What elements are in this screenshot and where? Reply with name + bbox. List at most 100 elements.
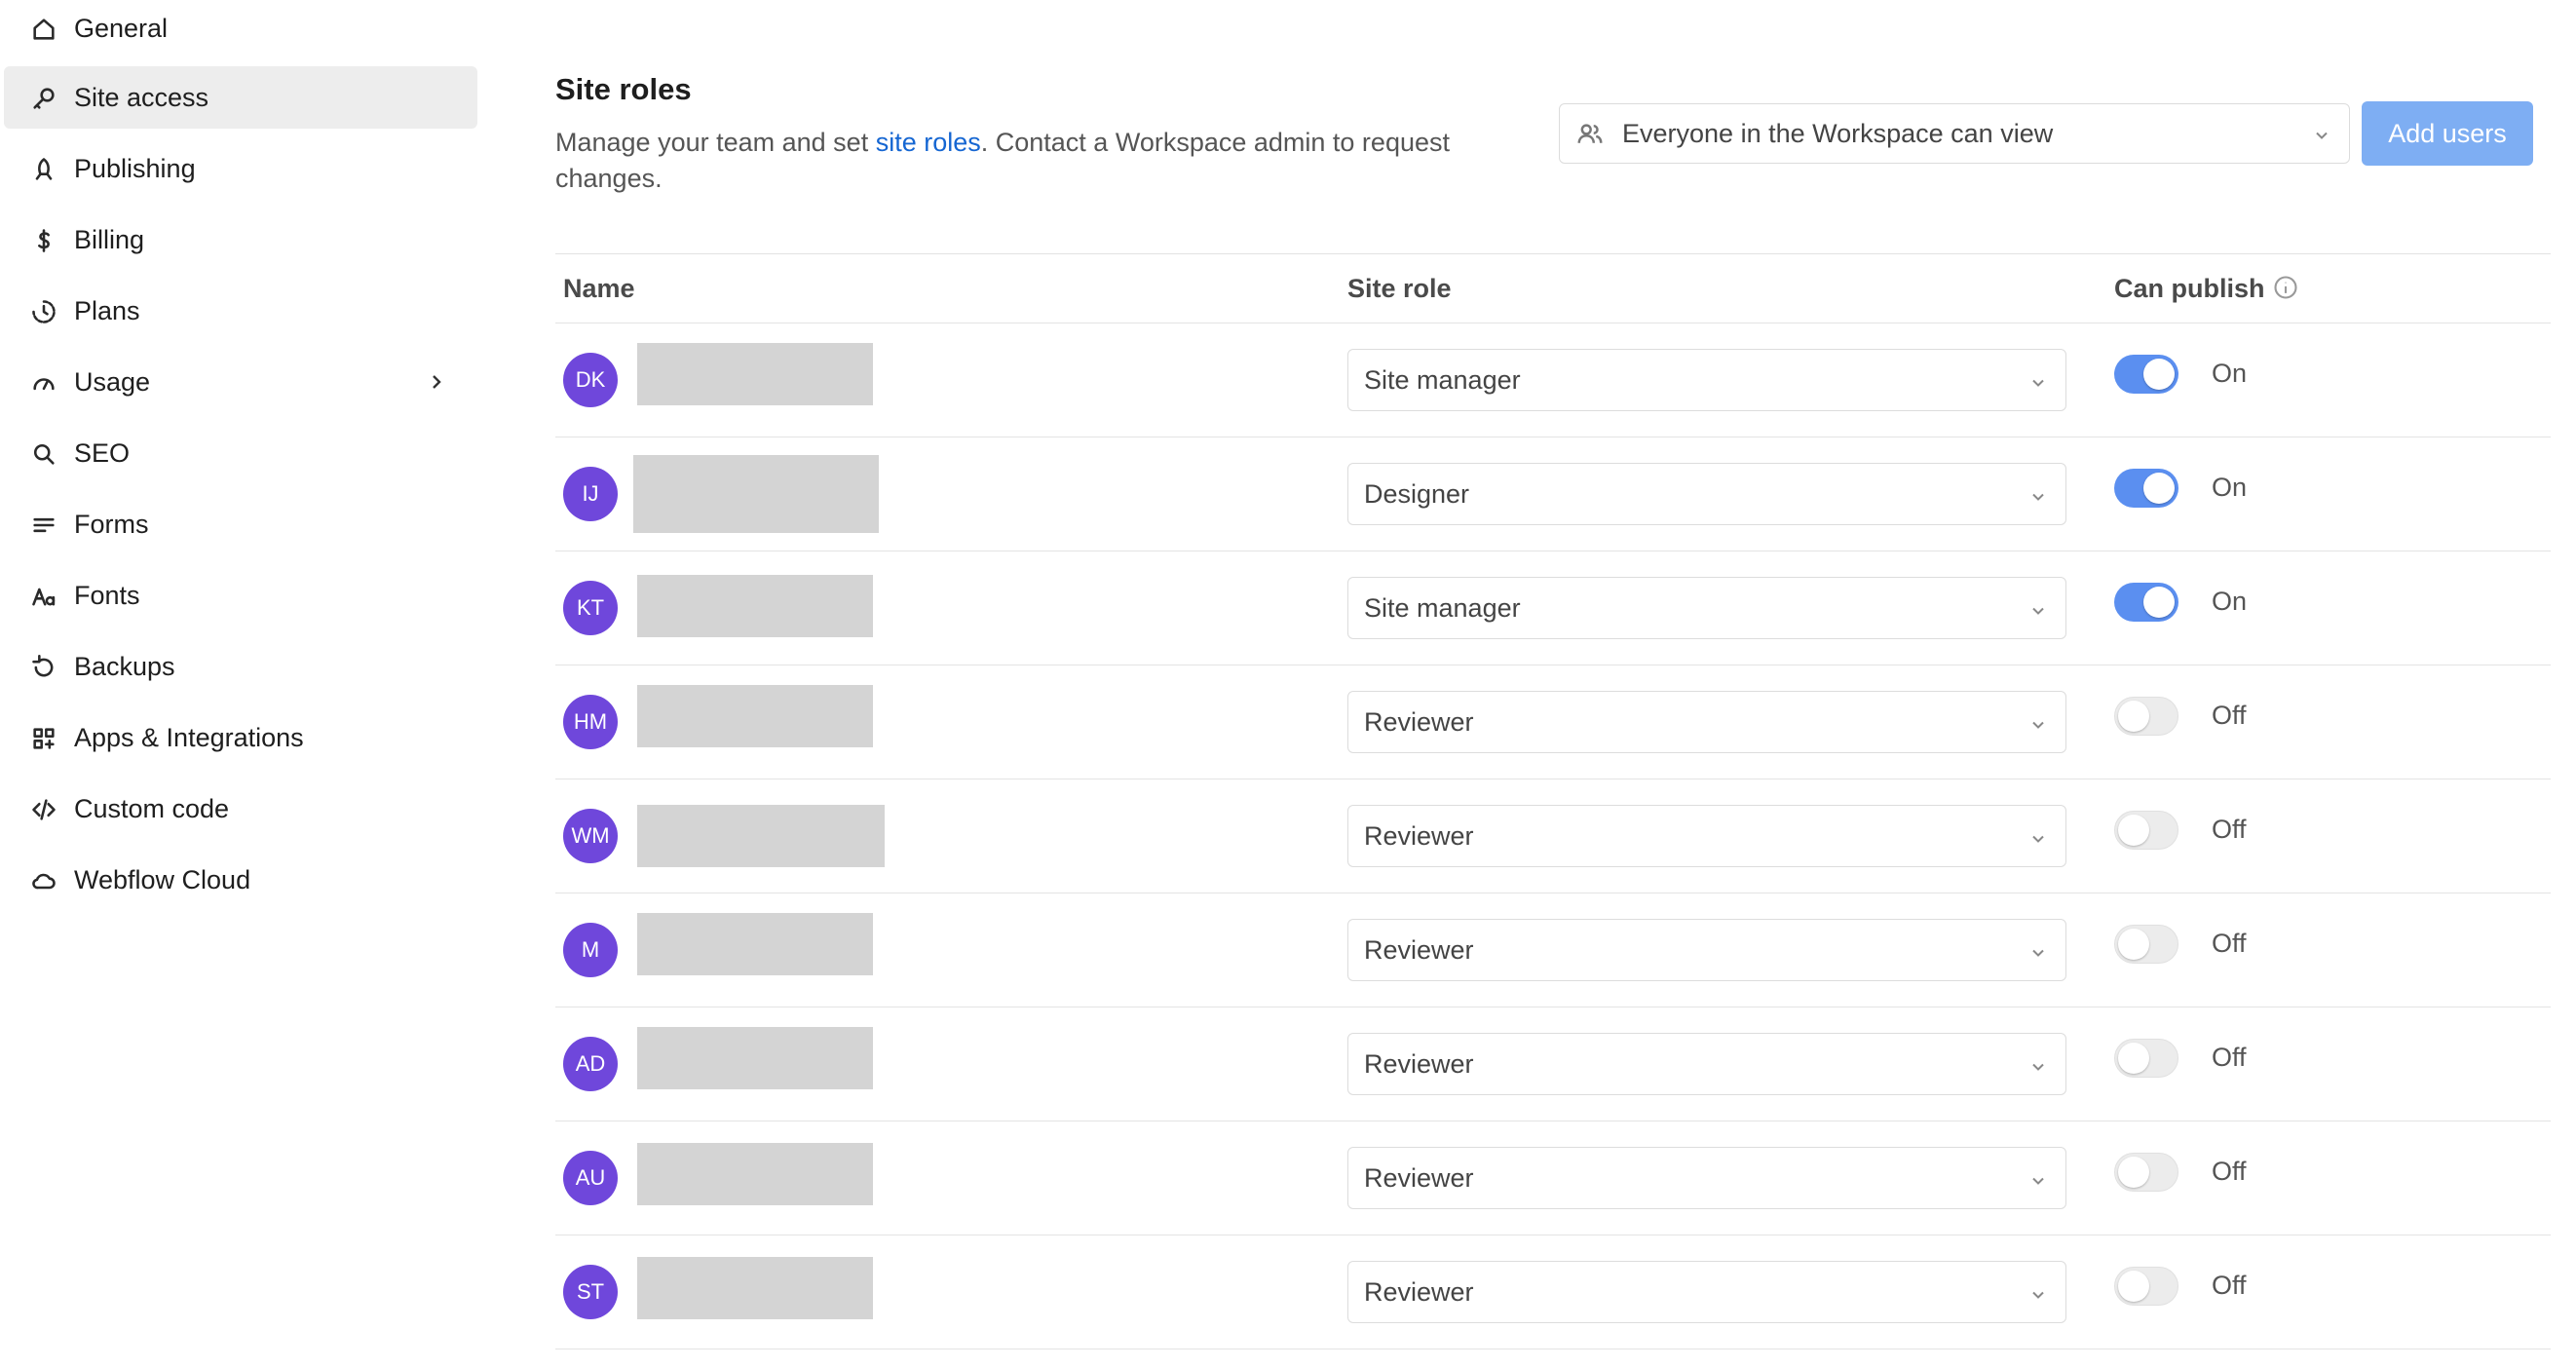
sidebar-item-fonts[interactable]: Fonts [4,564,477,627]
can-publish-toggle[interactable] [2114,925,2178,964]
can-publish-status: Off [2212,1271,2247,1300]
page-description: Manage your team and set site roles. Con… [555,125,1530,197]
sidebar-item-label: Publishing [74,153,196,183]
can-publish-toggle[interactable] [2114,1153,2178,1192]
avatar: DK [563,353,618,407]
toggle-knob [2143,587,2175,618]
site-role-select[interactable]: Site manager [1347,349,2066,411]
site-role-select[interactable]: Reviewer [1347,1261,2066,1323]
visibility-select-value: Everyone in the Workspace can view [1622,119,2054,148]
user-name-redacted [637,913,873,975]
toggle-knob [2118,815,2149,846]
sidebar-item-plans[interactable]: Plans [4,280,477,342]
user-name-redacted [637,575,873,637]
chevron-down-icon [2312,126,2331,145]
site-roles-link[interactable]: site roles [876,128,981,157]
site-role-select[interactable]: Reviewer [1347,691,2066,753]
avatar: AU [563,1151,618,1205]
description-text: Manage your team and set [555,128,876,157]
sidebar-item-seo[interactable]: SEO [4,422,477,484]
avatar: KT [563,581,618,635]
chevron-down-icon [2028,1285,2048,1310]
can-publish-toggle[interactable] [2114,469,2178,508]
site-role-select[interactable]: Site manager [1347,577,2066,639]
chevron-down-icon [2028,829,2048,854]
site-role-value: Reviewer [1364,1277,1474,1307]
sidebar-item-general[interactable]: General [4,0,477,59]
sidebar-item-backups[interactable]: Backups [4,635,477,698]
apps-icon [29,724,58,753]
can-publish-toggle[interactable] [2114,1039,2178,1078]
site-role-select[interactable]: Reviewer [1347,1147,2066,1209]
gauge-icon [29,368,58,398]
plans-icon [29,297,58,326]
key-icon [29,84,58,113]
avatar: HM [563,695,618,749]
sidebar-item-usage[interactable]: Usage [4,351,477,413]
sidebar-item-custom-code[interactable]: Custom code [4,778,477,840]
cloud-icon [29,866,58,895]
table-row: IJ Designer On [555,437,2551,551]
can-publish-toggle[interactable] [2114,811,2178,850]
home-icon [29,15,58,44]
site-role-select[interactable]: Reviewer [1347,919,2066,981]
table-row: ST Reviewer Off [555,1235,2551,1349]
sidebar-item-publishing[interactable]: Publishing [4,137,477,200]
can-publish-toggle[interactable] [2114,1267,2178,1306]
sidebar-item-webflow-cloud[interactable]: Webflow Cloud [4,849,477,911]
toggle-knob [2118,1271,2149,1302]
can-publish-toggle[interactable] [2114,355,2178,394]
sidebar-item-label: Plans [74,295,140,325]
site-role-value: Reviewer [1364,821,1474,851]
site-role-value: Site manager [1364,365,1521,395]
workspace-visibility-select[interactable]: Everyone in the Workspace can view [1559,103,2350,164]
table-row: HM Reviewer Off [555,665,2551,779]
info-icon[interactable] [2272,274,2299,301]
table-row: AD Reviewer Off [555,1007,2551,1121]
forms-icon [29,511,58,540]
chevron-down-icon [2028,943,2048,968]
can-publish-status: On [2212,359,2248,388]
site-role-select[interactable]: Designer [1347,463,2066,525]
can-publish-status: Off [2212,701,2247,730]
table-row: WM Reviewer Off [555,779,2551,893]
chevron-down-icon [2028,487,2048,512]
sidebar-item-label: General [74,13,169,43]
users-icon [1575,120,1605,149]
chevron-down-icon [2028,373,2048,398]
site-role-value: Designer [1364,479,1470,509]
sidebar-item-label: Webflow Cloud [74,864,251,894]
sidebar-item-billing[interactable]: Billing [4,209,477,271]
can-publish-toggle[interactable] [2114,583,2178,622]
sidebar-item-forms[interactable]: Forms [4,493,477,555]
can-publish-status: Off [2212,1157,2247,1186]
sidebar-item-label: Forms [74,509,149,539]
chevron-right-icon [425,370,448,394]
chevron-down-icon [2028,601,2048,626]
avatar: IJ [563,467,618,521]
user-name-redacted [637,1027,873,1089]
sidebar-item-label: Site access [74,82,209,112]
user-name-redacted [637,343,873,405]
sidebar-item-label: Billing [74,224,145,254]
add-users-button[interactable]: Add users [2362,101,2533,166]
user-name-redacted [633,455,879,533]
can-publish-toggle[interactable] [2114,697,2178,736]
avatar: M [563,923,618,977]
dollar-icon [29,226,58,255]
sidebar-item-apps-integrations[interactable]: Apps & Integrations [4,706,477,769]
sidebar-item-site-access[interactable]: Site access [4,66,477,129]
site-role-select[interactable]: Reviewer [1347,805,2066,867]
avatar: ST [563,1265,618,1319]
toggle-knob [2118,701,2149,732]
column-header-can-publish: Can publish [2114,274,2265,303]
user-name-redacted [637,685,873,747]
site-role-select[interactable]: Reviewer [1347,1033,2066,1095]
user-name-redacted [637,1257,873,1319]
code-icon [29,795,58,824]
restore-icon [29,653,58,682]
toggle-knob [2143,359,2175,390]
sidebar-item-label: Usage [74,366,151,397]
can-publish-status: Off [2212,1043,2247,1072]
sidebar-item-label: Custom code [74,793,230,823]
